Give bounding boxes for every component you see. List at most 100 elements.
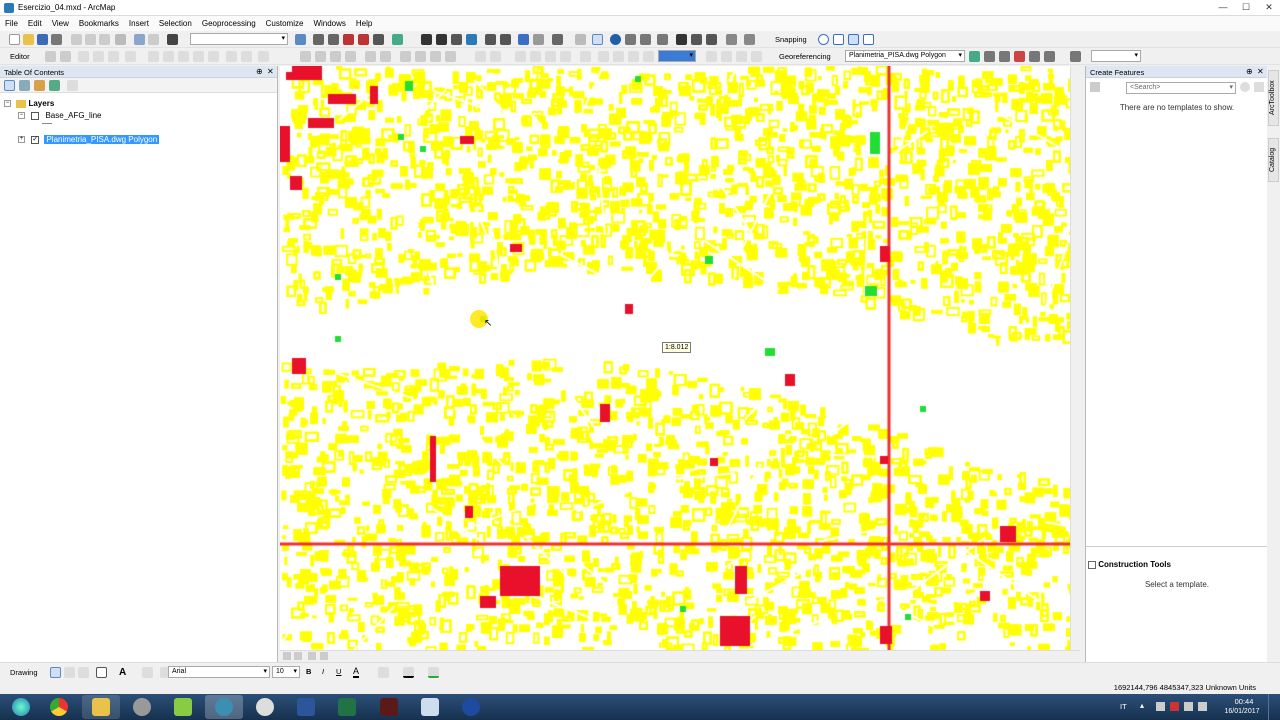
georef-tool-4-icon[interactable] [345,51,356,62]
show-desktop-button[interactable] [1268,694,1280,720]
tray-icon-1[interactable] [1156,702,1165,711]
collapse-icon[interactable]: − [4,100,11,108]
taskbar-arcmap[interactable] [205,695,243,719]
georef-layer-select[interactable]: Planimetria_PISA.dwg Polygon [845,50,965,62]
cut-polygons-icon[interactable] [178,51,189,62]
splitter[interactable] [1086,546,1268,554]
georef-tool-10-icon[interactable] [445,51,456,62]
start-button[interactable] [2,695,40,719]
redo-icon[interactable] [148,34,159,45]
scale-combobox[interactable] [190,33,288,45]
layer-visibility-checkbox[interactable] [31,111,40,120]
georef-tool-2-icon[interactable] [315,51,326,62]
layout-tool-13-icon[interactable] [721,51,732,62]
bold-button[interactable]: B [306,667,311,676]
layout-tool-4-icon[interactable] [530,51,541,62]
modelbuilder-icon[interactable] [392,34,403,45]
select-elements-icon[interactable] [592,34,603,45]
data-view-icon[interactable] [283,652,291,660]
close-icon[interactable]: ✕ [1257,67,1264,76]
new-document-icon[interactable] [9,34,20,45]
measure-icon[interactable] [657,34,668,45]
organize-templates-icon[interactable] [1090,82,1100,92]
fill-color-icon[interactable] [378,667,389,678]
pin-icon[interactable]: ⊕ [256,67,263,76]
taskbar-bluetooth[interactable] [452,695,490,719]
forward-extent-icon[interactable] [533,34,544,45]
layout-tool-14-icon[interactable] [736,51,747,62]
editor-toolbar-icon[interactable] [295,34,306,45]
pause-drawing-icon[interactable] [320,652,328,660]
layers-root[interactable]: − Layers [4,99,54,108]
layer-row-base-afg-line[interactable]: − Base_AFG_line [18,111,102,120]
catalog-tab[interactable]: Catalog [1268,138,1279,182]
zoom-to-selected-icon[interactable] [78,667,89,678]
straight-segment-icon[interactable] [78,51,89,62]
georef-tool-6-icon[interactable] [380,51,391,62]
edit-vertices-icon[interactable] [142,667,153,678]
attributes-icon[interactable] [226,51,237,62]
filter-icon[interactable] [1254,82,1264,92]
layout-tool-7-icon[interactable] [580,51,591,62]
delete-icon[interactable] [115,34,126,45]
font-color-icon[interactable]: A [353,666,360,678]
volume-icon[interactable] [1198,702,1207,711]
layout-tool-9-icon[interactable] [613,51,624,62]
map-view[interactable]: 1:8.012 ↖ [280,66,1070,650]
arctoolbox-tab[interactable]: ArcToolbox [1268,70,1279,126]
list-by-selection-icon[interactable] [49,80,60,91]
menu-customize[interactable]: Customize [261,16,309,28]
create-features-icon[interactable] [258,51,269,62]
edit-annotation-icon[interactable] [60,51,71,62]
maximize-button[interactable]: ☐ [1235,0,1257,15]
scale-georef-icon[interactable] [999,51,1010,62]
editor-dropdown[interactable]: Editor [10,52,30,61]
map-vertical-scrollbar[interactable] [1070,66,1080,650]
template-search-input[interactable]: <Search> [1126,82,1236,94]
vertex-snap-icon[interactable] [848,34,859,45]
layout-tool-2-icon[interactable] [490,51,501,62]
view-link-table-icon[interactable] [1029,51,1040,62]
layout-tool-8-icon[interactable] [598,51,609,62]
full-extent-icon[interactable] [466,34,477,45]
paste-icon[interactable] [99,34,110,45]
identify-icon[interactable] [610,34,621,45]
taskbar-explorer[interactable] [82,695,120,719]
menu-bookmarks[interactable]: Bookmarks [74,16,124,28]
georef-tool-7-icon[interactable] [400,51,411,62]
layer-visibility-checkbox[interactable]: ✓ [31,135,40,144]
collapse-icon[interactable]: − [18,112,25,120]
close-icon[interactable]: ✕ [267,67,274,76]
close-button[interactable]: ✕ [1258,0,1280,15]
layout-tool-10-icon[interactable] [628,51,639,62]
list-by-drawing-order-icon[interactable] [4,80,15,91]
menu-file[interactable]: File [0,16,23,28]
layout-tool-11-icon[interactable] [643,51,654,62]
html-popup-icon[interactable] [640,34,651,45]
georeferencing-dropdown[interactable]: Georeferencing [779,52,831,61]
cut-icon[interactable] [71,34,82,45]
georef-tool-3-icon[interactable] [330,51,341,62]
georef-input[interactable] [1091,50,1141,62]
edit-vertices-icon[interactable] [148,51,159,62]
layout-tool-1-icon[interactable] [475,51,486,62]
create-viewer-icon[interactable] [744,34,755,45]
layer-name[interactable]: Base_AFG_line [45,111,101,120]
language-indicator[interactable]: IT [1120,702,1127,711]
drawing-dropdown[interactable]: Drawing [10,668,38,677]
menu-insert[interactable]: Insert [124,16,154,28]
zoom-out-icon[interactable] [436,34,447,45]
minimize-button[interactable]: — [1212,0,1234,15]
fixed-zoom-out-icon[interactable] [500,34,511,45]
add-control-points-icon[interactable] [1014,51,1025,62]
shift-icon[interactable] [984,51,995,62]
open-folder-icon[interactable] [23,34,34,45]
back-extent-icon[interactable] [518,34,529,45]
layer-name[interactable]: Planimetria_PISA.dwg Polygon [44,135,160,144]
font-size-select[interactable]: 10 [272,666,300,678]
end-point-arc-icon[interactable] [93,51,104,62]
taskbar-itunes[interactable] [246,695,284,719]
python-window-icon[interactable] [373,34,384,45]
edge-snap-icon[interactable] [863,34,874,45]
menu-help[interactable]: Help [351,16,377,28]
